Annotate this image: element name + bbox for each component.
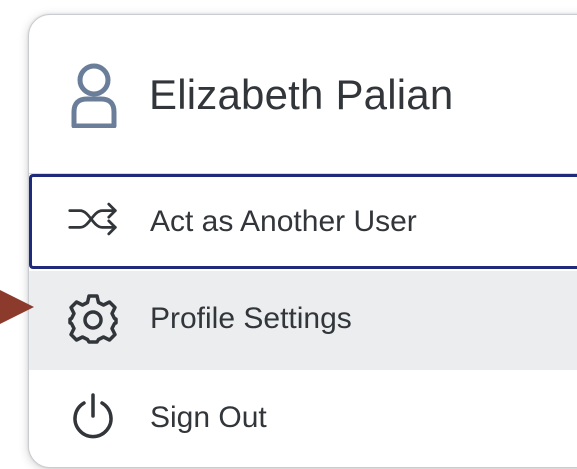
power-icon [73, 393, 113, 439]
person-icon [71, 63, 117, 128]
user-menu-popover: Elizabeth Palian Act as Another User Pro… [28, 14, 577, 468]
user-name: Elizabeth Palian [149, 71, 454, 118]
sign-out-item[interactable]: Sign Out [29, 370, 577, 467]
act-as-another-user-item[interactable]: Act as Another User [29, 174, 577, 269]
callout-arrow-icon [0, 290, 34, 324]
act-as-another-user-label: Act as Another User [150, 205, 417, 238]
gear-icon [68, 294, 118, 344]
shuffle-icon [68, 202, 117, 236]
profile-settings-item[interactable]: Profile Settings [29, 271, 577, 370]
profile-settings-label: Profile Settings [150, 302, 352, 335]
user-header: Elizabeth Palian [29, 15, 577, 174]
sign-out-label: Sign Out [150, 401, 267, 434]
